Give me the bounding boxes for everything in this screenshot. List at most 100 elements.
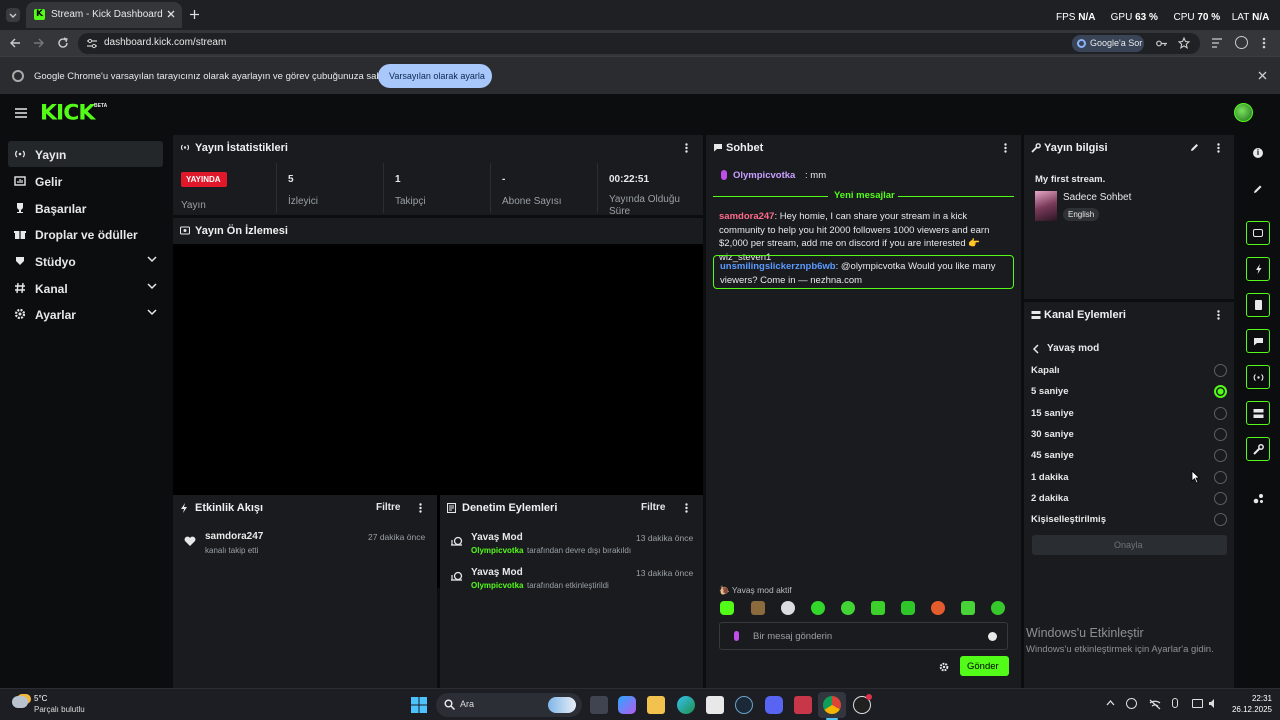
- clock[interactable]: 22:31 26.12.2025: [1222, 693, 1272, 717]
- filter-button[interactable]: Filtre: [376, 502, 400, 513]
- back-icon[interactable]: [9, 37, 21, 49]
- confirm-button[interactable]: Onayla: [1032, 535, 1227, 555]
- chrome-icon[interactable]: [823, 696, 841, 714]
- browser-menu-icon[interactable]: [1262, 37, 1266, 49]
- emote-icon[interactable]: [811, 601, 825, 615]
- volume-icon[interactable]: [1208, 698, 1218, 709]
- more-options-icon[interactable]: [1217, 143, 1220, 153]
- address-bar[interactable]: dashboard.kick.com/stream Google'a Sor: [78, 33, 1200, 54]
- emote-icon[interactable]: [991, 601, 1005, 615]
- task-view-icon[interactable]: [590, 696, 608, 714]
- edit-pencil-icon[interactable]: [1253, 184, 1263, 194]
- rail-button-activity[interactable]: [1246, 257, 1270, 281]
- weather-widget[interactable]: 5°C Parçalı bulutlu: [10, 692, 120, 718]
- network-off-icon[interactable]: [1149, 699, 1161, 710]
- sidebar-item-kanal[interactable]: Kanal: [8, 275, 163, 301]
- more-options-icon[interactable]: [1217, 310, 1220, 320]
- reload-icon[interactable]: [57, 37, 69, 49]
- rail-button-channel-actions[interactable]: [1246, 401, 1270, 425]
- taskbar-search[interactable]: Ara: [436, 693, 582, 717]
- emoji-picker-icon[interactable]: [988, 632, 997, 641]
- send-button[interactable]: Gönder: [960, 656, 1009, 676]
- tab-list-icon[interactable]: [6, 8, 20, 22]
- radio-button[interactable]: [1214, 449, 1227, 463]
- start-button[interactable]: [411, 697, 427, 713]
- filter-button[interactable]: Filtre: [641, 502, 665, 513]
- radio-button[interactable]: [1214, 364, 1227, 377]
- emote-icon[interactable]: [931, 601, 945, 615]
- radio-button[interactable]: [1214, 427, 1227, 441]
- close-tab-icon[interactable]: [166, 9, 176, 19]
- bookmark-star-icon[interactable]: [1178, 37, 1190, 49]
- add-widget-icon[interactable]: [1253, 493, 1264, 504]
- list-item[interactable]: Yavaş Mod Olympicvotka tarafından devre …: [440, 532, 703, 560]
- chat-username[interactable]: Olympicvotka: [733, 170, 795, 181]
- hamburger-menu-icon[interactable]: [15, 108, 27, 118]
- sidebar-item-gelir[interactable]: Gelir: [8, 168, 163, 194]
- slow-mode-option[interactable]: 30 saniye: [1031, 427, 1229, 442]
- radio-button[interactable]: [1214, 513, 1227, 527]
- sidebar-item-ayarlar[interactable]: Ayarlar: [8, 301, 163, 327]
- app-icon[interactable]: [794, 696, 812, 714]
- rail-button-chat[interactable]: [1246, 329, 1270, 353]
- microphone-icon[interactable]: [1172, 698, 1178, 708]
- edge-icon[interactable]: [677, 696, 695, 714]
- category-name[interactable]: Sadece Sohbet: [1063, 192, 1131, 203]
- radio-button[interactable]: [1214, 470, 1227, 484]
- rail-button-stream-info[interactable]: [1246, 437, 1270, 461]
- radio-button[interactable]: [1214, 385, 1227, 399]
- back-to-actions[interactable]: Yavaş mod: [1032, 342, 1172, 356]
- copilot-icon[interactable]: [618, 696, 636, 714]
- more-options-icon[interactable]: [419, 503, 422, 513]
- radio-button[interactable]: [1214, 491, 1227, 505]
- user-avatar[interactable]: [1234, 103, 1253, 122]
- emote-icon[interactable]: [781, 601, 795, 615]
- discord-icon[interactable]: [765, 696, 783, 714]
- list-item[interactable]: samdora247 kanalı takip etti 27 dakika ö…: [173, 531, 437, 557]
- site-info-icon[interactable]: [86, 38, 98, 49]
- slow-mode-option[interactable]: 2 dakika: [1031, 491, 1229, 506]
- emote-icon[interactable]: [751, 601, 765, 615]
- emote-icon[interactable]: [720, 601, 734, 615]
- chat-message[interactable]: Olympicvotka : mm: [719, 169, 1009, 183]
- file-explorer-icon[interactable]: [647, 696, 665, 714]
- more-options-icon[interactable]: [1004, 143, 1007, 153]
- slow-mode-option[interactable]: 5 saniye: [1031, 385, 1229, 399]
- steam-icon[interactable]: [735, 696, 753, 714]
- slow-mode-option[interactable]: Kapalı: [1031, 364, 1229, 378]
- forward-icon[interactable]: [33, 37, 45, 49]
- set-default-button[interactable]: Varsayılan olarak ayarla: [378, 64, 492, 88]
- sidebar-item-yayin[interactable]: Yayın: [8, 141, 163, 167]
- chat-settings-icon[interactable]: [939, 662, 949, 672]
- show-hidden-icons[interactable]: [1106, 700, 1115, 706]
- emote-icon[interactable]: [901, 601, 915, 615]
- rail-button-stats[interactable]: [1246, 365, 1270, 389]
- more-options-icon[interactable]: [685, 503, 688, 513]
- rail-button-preview[interactable]: [1246, 221, 1270, 245]
- sidebar-item-basarilar[interactable]: Başarılar: [8, 195, 163, 221]
- sidebar-item-studyo[interactable]: Stüdyo: [8, 248, 163, 274]
- close-infobar-icon[interactable]: [1258, 71, 1267, 80]
- slow-mode-option[interactable]: Kişiselleştirilmiş: [1031, 513, 1229, 527]
- sync-icon[interactable]: [1126, 698, 1137, 709]
- edit-pencil-icon[interactable]: [1190, 143, 1199, 152]
- google-ask-button[interactable]: Google'a Sor: [1072, 35, 1144, 52]
- info-icon[interactable]: i: [1253, 148, 1263, 158]
- browser-tab[interactable]: K Stream - Kick Dashboard: [26, 2, 182, 28]
- more-options-icon[interactable]: [685, 143, 688, 153]
- new-tab-icon[interactable]: [189, 9, 200, 20]
- emote-icon[interactable]: [841, 601, 855, 615]
- slow-mode-option[interactable]: 45 saniye: [1031, 449, 1229, 463]
- chat-input[interactable]: Bir mesaj gönderin: [719, 622, 1008, 650]
- password-key-icon[interactable]: [1156, 39, 1168, 48]
- rail-button-moderation[interactable]: [1246, 293, 1270, 317]
- reading-list-icon[interactable]: [1211, 38, 1223, 48]
- radio-button[interactable]: [1214, 406, 1227, 420]
- sidebar-item-droplar[interactable]: Droplar ve ödüller: [8, 221, 163, 247]
- list-item[interactable]: Yavaş Mod Olympicvotka tarafından etkinl…: [440, 567, 703, 595]
- chat-username[interactable]: unsmilingslickerznpb6wb: [720, 261, 836, 272]
- emote-icon[interactable]: [961, 601, 975, 615]
- highlighted-chat-message[interactable]: unsmilingslickerznpb6wb: @olympicvotka W…: [713, 255, 1014, 289]
- chat-username[interactable]: samdora247: [719, 211, 774, 222]
- kick-logo[interactable]: KICK: [40, 102, 95, 126]
